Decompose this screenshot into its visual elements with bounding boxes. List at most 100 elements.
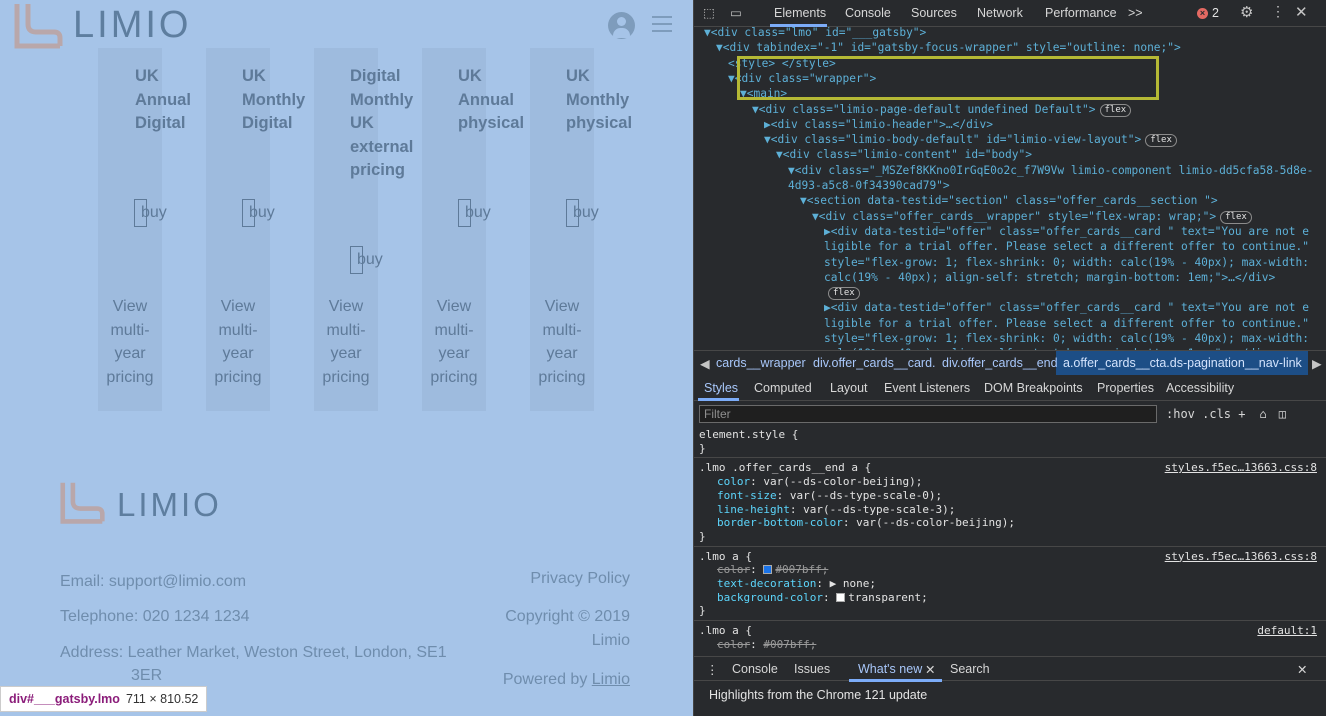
dom-node-line[interactable]: ▶<div data-testid="offer" class="offer_c… bbox=[824, 224, 1309, 239]
footer-phone: Telephone: 020 1234 1234 bbox=[60, 608, 250, 625]
subtab-properties[interactable]: Properties bbox=[1097, 381, 1154, 395]
dom-node-line[interactable]: ▼<div class="_MSZef8KKno0IrGqE0o2c_f7W9V… bbox=[788, 163, 1313, 178]
css-selector[interactable]: .lmo a { bbox=[699, 550, 752, 564]
drawer-menu-icon[interactable]: ⋮ bbox=[706, 662, 719, 677]
kebab-menu-icon[interactable]: ⋮ bbox=[1271, 3, 1285, 20]
subtab-accessibility[interactable]: Accessibility bbox=[1166, 381, 1234, 395]
paint-icon[interactable]: ⌂ bbox=[1259, 407, 1266, 421]
dom-node-line[interactable]: ▼<div class="limio-content" id="body"> bbox=[776, 147, 1032, 162]
dom-node-text: ▶<div class="limio-header">…</div> bbox=[764, 117, 994, 131]
drawer-tab-search[interactable]: Search bbox=[950, 662, 990, 676]
account-icon[interactable] bbox=[608, 12, 635, 39]
more-tabs-icon[interactable]: >> bbox=[1128, 6, 1143, 20]
subtab-event-listeners[interactable]: Event Listeners bbox=[884, 381, 970, 395]
dom-node-line[interactable]: 4d93-a5c8-0f34390cad79"> bbox=[788, 178, 950, 193]
css-property[interactable]: border-bottom-color: var(--ds-color-beij… bbox=[717, 516, 1015, 530]
close-drawer-icon[interactable]: ✕ bbox=[1297, 662, 1307, 677]
subtab-dom-breakpoints[interactable]: DOM Breakpoints bbox=[984, 381, 1083, 395]
css-rule-close: } bbox=[699, 441, 706, 455]
powered-by-link[interactable]: Limio bbox=[592, 671, 630, 688]
color-swatch-icon[interactable] bbox=[836, 592, 846, 602]
sidebar-toggle-icon[interactable]: ◫ bbox=[1279, 407, 1286, 421]
multi-year-pricing-link[interactable]: View multi- year pricing bbox=[310, 295, 382, 389]
logo-text[interactable]: LIMIO bbox=[73, 4, 191, 47]
device-toolbar-icon[interactable]: ▭ bbox=[730, 5, 742, 20]
dom-node-line[interactable]: ▼<section data-testid="section" class="o… bbox=[800, 193, 1218, 208]
dom-node-line[interactable]: calc(19% - 40px); align-self: stretch; m… bbox=[824, 270, 1275, 285]
dom-node-line[interactable]: ▶<div class="limio-header">…</div> bbox=[764, 117, 993, 132]
footer-address-line-1: Address: Leather Market, Weston Street, … bbox=[60, 644, 447, 661]
color-swatch-icon[interactable] bbox=[763, 565, 773, 575]
tab-console[interactable]: Console bbox=[845, 6, 891, 20]
dom-node-line[interactable]: ▼<div tabindex="-1" id="gatsby-focus-wra… bbox=[716, 40, 1181, 55]
styles-subtabs: Styles Computed Layout Event Listeners D… bbox=[694, 374, 1326, 401]
devtools-toolbar: ⬚ ▭ Elements Console Sources Network Per… bbox=[694, 0, 1326, 27]
css-property[interactable]: color: #007bff; bbox=[717, 563, 828, 577]
tab-network[interactable]: Network bbox=[977, 6, 1023, 20]
settings-gear-icon[interactable]: ⚙ bbox=[1240, 3, 1253, 21]
flex-badge[interactable]: flex bbox=[1145, 134, 1177, 148]
dom-node-text: ▼<div class="lmo" id="___gatsby"> bbox=[704, 27, 927, 39]
multi-year-pricing-link[interactable]: View multi- year pricing bbox=[94, 295, 166, 389]
subtab-styles[interactable]: Styles bbox=[704, 381, 738, 395]
tab-performance[interactable]: Performance bbox=[1045, 6, 1117, 20]
subtab-computed[interactable]: Computed bbox=[754, 381, 812, 395]
flex-badge[interactable]: flex bbox=[828, 287, 860, 301]
whats-new-message: Highlights from the Chrome 121 update bbox=[709, 688, 928, 702]
dom-node-line[interactable]: ▼<div class="limio-body-default" id="lim… bbox=[764, 132, 1177, 148]
css-source-link[interactable]: styles.f5ec…13663.css:8 bbox=[1165, 461, 1317, 475]
breadcrumb-scroll-left-icon[interactable]: ◀ bbox=[700, 356, 710, 371]
css-property[interactable]: font-size: var(--ds-type-scale-0); bbox=[717, 489, 942, 503]
close-devtools-icon[interactable]: ✕ bbox=[1295, 3, 1308, 21]
css-source-link[interactable]: default:1 bbox=[1257, 624, 1317, 638]
css-selector[interactable]: element.style { bbox=[699, 428, 798, 442]
breadcrumb-item[interactable]: div.offer_cards__end bbox=[942, 356, 1058, 370]
tab-elements[interactable]: Elements bbox=[774, 6, 826, 20]
footer-email[interactable]: Email: support@limio.com bbox=[60, 573, 246, 591]
buy-button-label: buy bbox=[465, 204, 491, 221]
dom-node-line[interactable]: ligible for a trial offer. Please select… bbox=[824, 239, 1309, 254]
multi-year-pricing-link[interactable]: View multi- year pricing bbox=[418, 295, 490, 389]
flex-badge[interactable]: flex bbox=[1099, 103, 1132, 117]
privacy-policy-link[interactable]: Privacy Policy bbox=[470, 570, 630, 588]
dom-node-line[interactable]: ▼<div class="offer_cards__wrapper" style… bbox=[812, 209, 1252, 224]
close-whats-new-icon[interactable]: ✕ bbox=[925, 662, 935, 677]
breadcrumb: ◀ cards__wrapper div.offer_cards__card. … bbox=[694, 350, 1326, 375]
drawer-tab-whats-new[interactable]: What's new bbox=[858, 662, 922, 676]
dom-node-line[interactable]: ligible for a trial offer. Please select… bbox=[824, 316, 1309, 331]
limio-logo-icon[interactable] bbox=[14, 2, 64, 50]
styles-filter-input[interactable]: Filter bbox=[699, 405, 1157, 423]
dom-node-line[interactable]: ▼<div class="limio-page-default undefine… bbox=[752, 102, 1132, 117]
dom-node-line[interactable]: ▶<div data-testid="offer" class="offer_c… bbox=[824, 300, 1309, 315]
inspect-element-icon[interactable]: ⬚ bbox=[703, 5, 715, 20]
dom-node-line[interactable]: style="flex-grow: 1; flex-shrink: 0; wid… bbox=[824, 255, 1309, 270]
breadcrumb-item[interactable]: cards__wrapper bbox=[716, 356, 806, 370]
flex-badge[interactable]: flex bbox=[1220, 210, 1252, 224]
css-property[interactable]: color: #007bff; bbox=[717, 638, 816, 652]
error-count: 2 bbox=[1212, 6, 1219, 20]
css-property[interactable]: background-color: transparent; bbox=[717, 591, 928, 605]
filter-tool-buttons[interactable]: :hov .cls + bbox=[1166, 407, 1245, 421]
error-counter[interactable]: × 2 bbox=[1197, 6, 1219, 20]
css-property[interactable]: line-height: var(--ds-type-scale-3); bbox=[717, 503, 955, 517]
breadcrumb-item-selected[interactable]: a.offer_cards__cta.ds-pagination__nav-li… bbox=[1063, 356, 1302, 370]
css-selector[interactable]: .lmo a { bbox=[699, 624, 752, 638]
tab-sources[interactable]: Sources bbox=[911, 6, 957, 20]
breadcrumb-scroll-right-icon[interactable]: ▶ bbox=[1312, 356, 1322, 371]
css-selector[interactable]: .lmo .offer_cards__end a { bbox=[699, 461, 871, 475]
subtab-layout[interactable]: Layout bbox=[830, 381, 868, 395]
css-property[interactable]: text-decoration: ▶ none; bbox=[717, 577, 876, 591]
inspect-tooltip-node: div#___gatsby.lmo bbox=[9, 692, 120, 706]
dom-node-line[interactable]: ▼<div class="lmo" id="___gatsby"> bbox=[704, 27, 926, 40]
css-source-link[interactable]: styles.f5ec…13663.css:8 bbox=[1165, 550, 1317, 564]
dom-node-line[interactable]: style="flex-grow: 1; flex-shrink: 0; wid… bbox=[824, 331, 1309, 346]
menu-icon[interactable] bbox=[652, 16, 672, 32]
dom-node-line[interactable]: flex bbox=[824, 285, 860, 301]
multi-year-pricing-link[interactable]: View multi- year pricing bbox=[526, 295, 598, 389]
drawer-tab-issues[interactable]: Issues bbox=[794, 662, 830, 676]
drawer-tab-console[interactable]: Console bbox=[732, 662, 778, 676]
css-property-name: color bbox=[717, 475, 751, 489]
css-property[interactable]: color: var(--ds-color-beijing); bbox=[717, 475, 922, 489]
breadcrumb-item[interactable]: div.offer_cards__card. bbox=[813, 356, 936, 370]
multi-year-pricing-link[interactable]: View multi- year pricing bbox=[202, 295, 274, 389]
